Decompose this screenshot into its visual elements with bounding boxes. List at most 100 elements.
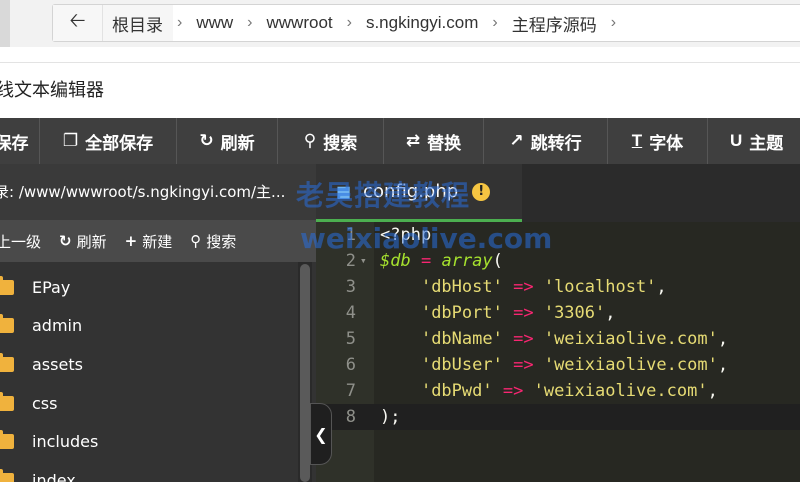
list-item[interactable]: index (0, 461, 296, 482)
replace-label: 替换 (427, 133, 462, 153)
code-area[interactable]: 1 <?php 2 ▾ $db = array(3 'dbHost' => 'local… (316, 222, 800, 482)
code-token: => (513, 355, 534, 375)
chevron-left-icon: ❮ (314, 424, 328, 444)
file-list-scroll-thumb[interactable] (300, 264, 310, 482)
folder-icon (0, 352, 14, 372)
save-label: 保存 (0, 133, 29, 153)
refresh-icon: ↻ (199, 131, 214, 150)
collapse-panel-button[interactable]: ❮ (310, 403, 332, 465)
line-number: 6 (345, 355, 356, 375)
up-level-button[interactable]: 上一级 (0, 231, 41, 252)
watermark-text: 老吴搭建教程 (296, 179, 471, 212)
search-icon: ⚲ (190, 232, 202, 250)
code-line[interactable]: 8); (316, 404, 800, 430)
breadcrumb-item-wwwroot[interactable]: wwwroot (257, 13, 343, 33)
file-name: css (32, 393, 58, 413)
chevron-right-icon: › (346, 14, 352, 31)
panel-refresh-button[interactable]: ↻ 刷新 (59, 231, 107, 252)
search-button[interactable]: ⚲ 搜索 (278, 118, 384, 164)
file-panel-actions: 上一级 ↻ 刷新 + 新建 ⚲ 搜索 (0, 220, 316, 262)
pin-icon: ↗ (509, 131, 524, 150)
code-token: 'localhost' (543, 277, 657, 297)
list-item[interactable]: EPay (0, 268, 296, 307)
new-file-label: 新建 (142, 232, 173, 251)
file-list: EPay admin assets css includes index (0, 268, 296, 482)
theme-label: 主题 (749, 133, 784, 153)
code-line[interactable]: 5 'dbName' => 'weixiaolive.com', (316, 326, 800, 352)
list-item[interactable]: admin (0, 307, 296, 346)
breadcrumb-item-site[interactable]: s.ngkingyi.com (356, 13, 488, 33)
new-file-button[interactable]: + 新建 (125, 231, 173, 252)
magnet-icon: U (730, 131, 743, 150)
panel-refresh-label: 刷新 (76, 232, 107, 251)
goto-line-label: 跳转行 (530, 133, 582, 153)
code-text: ); (380, 404, 400, 430)
folder-icon (0, 314, 14, 334)
line-number: 3 (345, 277, 356, 297)
code-line[interactable]: 6 'dbUser' => 'weixiaolive.com', (316, 352, 800, 378)
editor-dialog-title: 线文本编辑器 (0, 62, 800, 118)
font-button[interactable]: T 字体 (608, 118, 708, 164)
plus-icon: + (124, 232, 138, 250)
list-item[interactable]: includes (0, 422, 296, 461)
file-name: assets (32, 354, 83, 374)
panel-search-button[interactable]: ⚲ 搜索 (190, 231, 236, 252)
dialog-title-text: 线文本编辑器 (0, 80, 104, 100)
folder-icon (0, 275, 14, 295)
chevron-right-icon: › (610, 14, 617, 31)
file-name: EPay (32, 277, 71, 297)
line-number: 7 (345, 381, 356, 401)
goto-line-button[interactable]: ↗ 跳转行 (484, 118, 608, 164)
line-number: 5 (345, 329, 356, 349)
back-button[interactable]: 🡠 (53, 5, 103, 41)
code-token: => (502, 381, 524, 401)
file-name: admin (32, 316, 83, 336)
theme-button[interactable]: U 主题 (708, 118, 800, 164)
save-all-label: 全部保存 (85, 133, 154, 153)
save-button[interactable]: 保存 (0, 118, 40, 164)
code-token: '3306' (543, 303, 606, 323)
directory-path: 录: /www/wwwroot/s.ngkingyi.com/主... (0, 183, 286, 201)
code-token: => (513, 329, 534, 349)
editor-toolbar: 保存 ❐ 全部保存 ↻ 刷新 ⚲ 搜索 ⇄ 替换 ↗ 跳转行 T 字体 U 主题 (0, 118, 800, 164)
current-directory: 录: /www/wwwroot/s.ngkingyi.com/主... (0, 164, 316, 220)
breadcrumb-item-root[interactable]: 根目录 (103, 5, 173, 41)
code-token: 'dbHost' (420, 277, 503, 297)
refresh-icon: ↻ (59, 232, 72, 250)
refresh-button[interactable]: ↻ 刷新 (177, 118, 278, 164)
code-token: 'dbName' (420, 329, 503, 349)
code-line[interactable]: 4 'dbPort' => '3306', (316, 300, 800, 326)
refresh-label: 刷新 (220, 133, 255, 153)
code-line[interactable]: 3 'dbHost' => 'localhost', (316, 274, 800, 300)
file-name: index (32, 470, 76, 482)
replace-icon: ⇄ (405, 131, 421, 150)
code-text: 'dbUser' => 'weixiaolive.com', (380, 352, 728, 378)
list-item[interactable]: assets (0, 345, 296, 384)
font-icon: T (631, 131, 643, 150)
file-name: includes (32, 432, 99, 452)
breadcrumb-item-source[interactable]: 主程序源码 (502, 11, 607, 36)
code-token: => (513, 303, 534, 323)
list-item[interactable]: css (0, 384, 296, 423)
code-token: , (717, 329, 729, 349)
chevron-right-icon: › (177, 14, 183, 31)
breadcrumb-bar: 🡠 根目录 › www › wwwroot › s.ngkingyi.com ›… (0, 0, 800, 47)
up-level-label: 上一级 (0, 232, 42, 251)
replace-button[interactable]: ⇄ 替换 (384, 118, 484, 164)
save-all-button[interactable]: ❐ 全部保存 (40, 118, 177, 164)
save-all-icon: ❐ (62, 131, 79, 150)
panel-search-label: 搜索 (206, 232, 237, 251)
search-icon: ⚲ (303, 131, 317, 150)
folder-icon (0, 391, 14, 411)
code-line[interactable]: 7 'dbPwd' => 'weixiaolive.com', (316, 378, 800, 404)
breadcrumb-item-www[interactable]: www (186, 13, 243, 33)
code-token: 'dbPort' (420, 303, 503, 323)
